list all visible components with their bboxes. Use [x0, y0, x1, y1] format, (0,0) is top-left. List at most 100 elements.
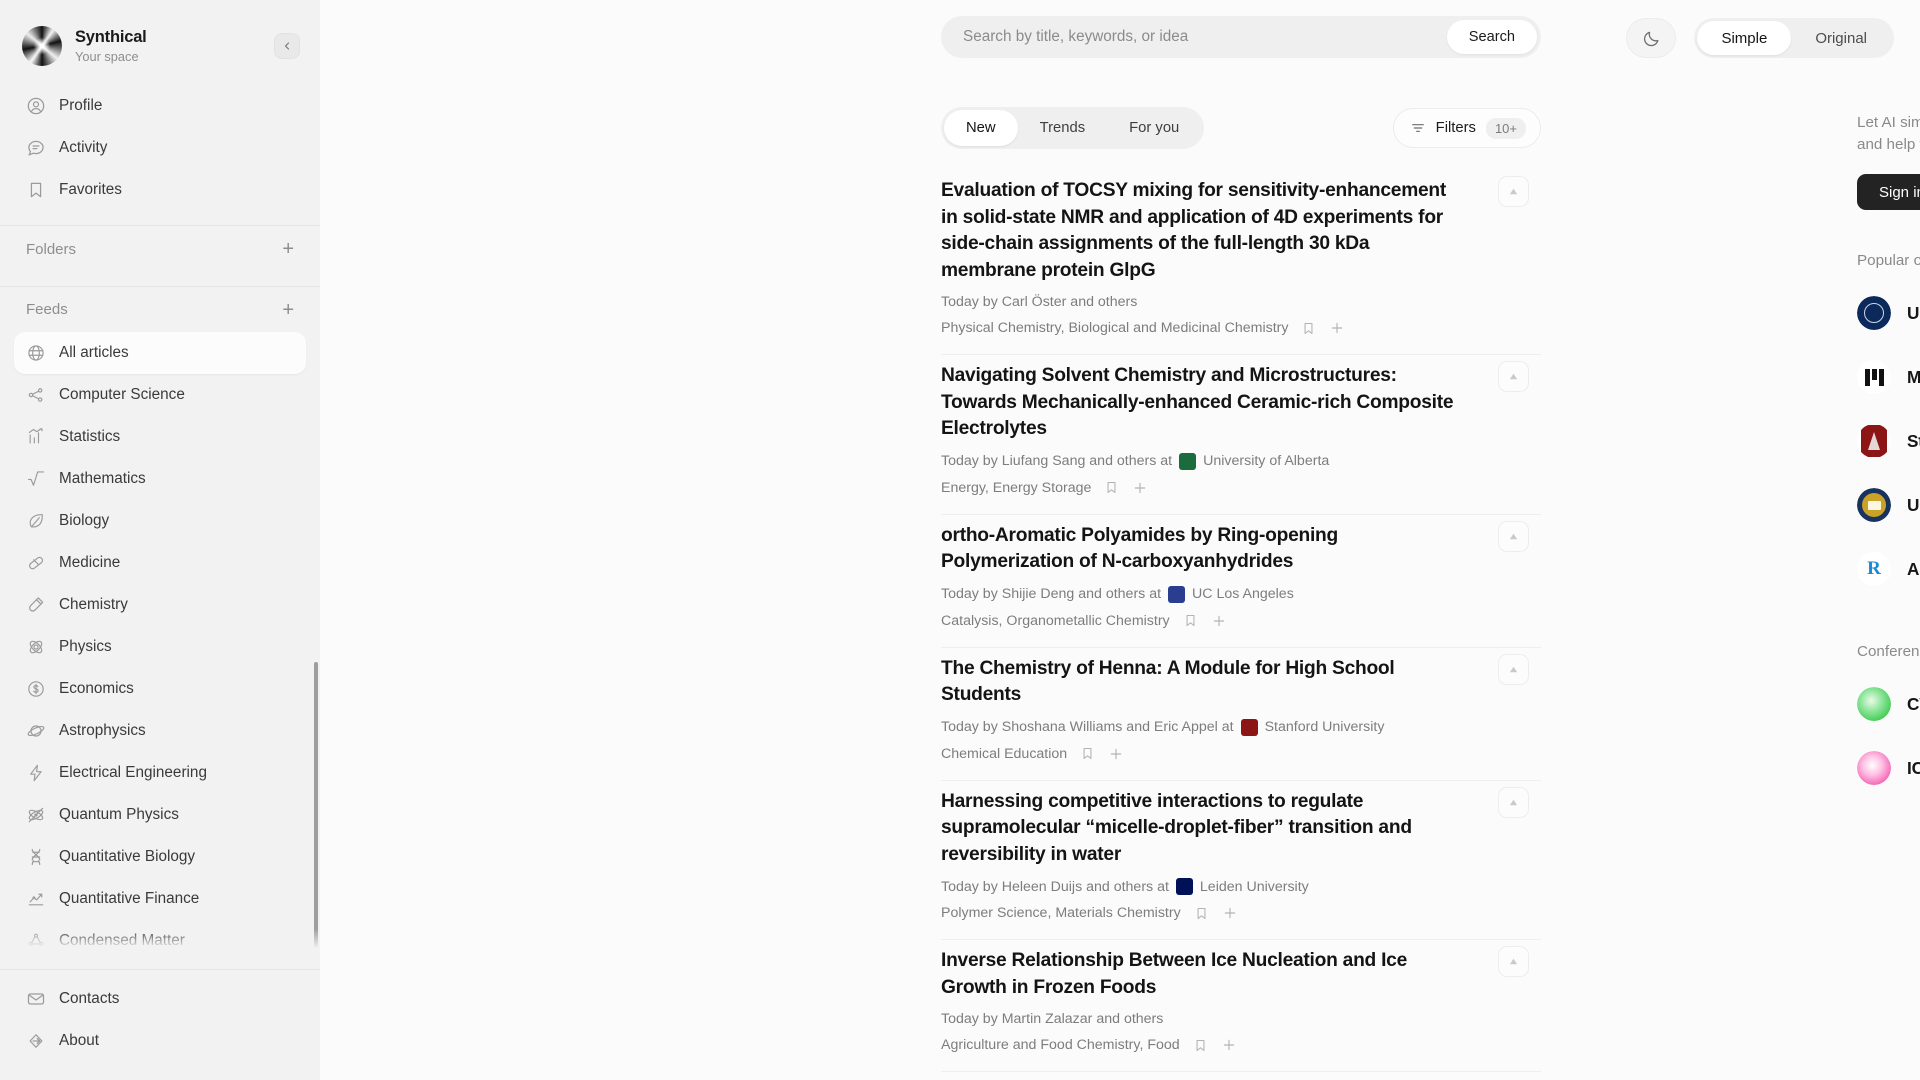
- sidebar-collapse-button[interactable]: [274, 32, 300, 59]
- article-item[interactable]: The Chemistry of Henna: A Module for Hig…: [941, 648, 1541, 781]
- article-title[interactable]: Harnessing competitive interactions to r…: [941, 789, 1466, 869]
- article-item[interactable]: Inverse Relationship Between Ice Nucleat…: [941, 940, 1541, 1072]
- article-upvote-button[interactable]: [1498, 176, 1529, 207]
- berkeley-seal-icon: [1857, 488, 1891, 523]
- sidebar-feed-electrical-engineering[interactable]: Electrical Engineering: [14, 752, 306, 794]
- article-upvote-button[interactable]: [1498, 786, 1529, 818]
- sidebar-item-favorites[interactable]: Favorites: [14, 169, 306, 211]
- search-bar[interactable]: Search: [941, 16, 1541, 58]
- planet-icon: [26, 721, 46, 741]
- view-mode-simple[interactable]: Simple: [1697, 21, 1792, 55]
- conferences-list: CVPR 2024 ICCV 2023: [1857, 672, 1920, 800]
- article-org[interactable]: Leiden University: [1175, 878, 1309, 895]
- organization-item[interactable]: University of Oxford: [1857, 281, 1920, 345]
- article-title[interactable]: Evaluation of TOCSY mixing for sensitivi…: [941, 178, 1466, 284]
- article-org[interactable]: University of Alberta: [1179, 452, 1329, 470]
- sidebar-item-contacts[interactable]: Contacts: [14, 978, 306, 1020]
- organization-item[interactable]: UC Berkeley: [1857, 473, 1920, 537]
- sidebar-feed-label: Physics: [59, 638, 112, 656]
- workspace-header[interactable]: Synthical Your space: [0, 0, 320, 71]
- article-title[interactable]: Navigating Solvent Chemistry and Microst…: [941, 363, 1466, 443]
- article-add-button[interactable]: [1329, 320, 1345, 336]
- article-add-button[interactable]: [1211, 613, 1227, 629]
- promo-text: Let AI simplify articles, clarify terms,…: [1857, 114, 1920, 154]
- organization-item[interactable]: R ASTRON: [1857, 537, 1920, 601]
- article-item[interactable]: Evaluation of TOCSY mixing for sensitivi…: [941, 170, 1541, 355]
- feeds-list[interactable]: All articles Computer Science Statistics Ma…: [0, 332, 320, 955]
- article-add-button[interactable]: [1221, 1037, 1237, 1053]
- sidebar-item-activity[interactable]: Activity: [14, 127, 306, 169]
- sidebar-item-profile[interactable]: Profile: [14, 85, 306, 127]
- article-upvote-button[interactable]: [1498, 520, 1529, 552]
- sidebar-item-about[interactable]: About: [14, 1020, 306, 1062]
- theme-toggle-button[interactable]: [1626, 18, 1677, 58]
- folders-section-label: Folders: [26, 240, 77, 258]
- sidebar-feed-condensed-matter[interactable]: Condensed Matter: [14, 920, 306, 955]
- filter-icon: [1411, 124, 1424, 132]
- article-title[interactable]: The Chemistry of Henna: A Module for Hig…: [941, 656, 1466, 709]
- sidebar-feed-mathematics[interactable]: Mathematics: [14, 458, 306, 500]
- article-item[interactable]: Navigating Solvent Chemistry and Microst…: [941, 355, 1541, 515]
- sidebar-feed-quantum-physics[interactable]: Quantum Physics: [14, 794, 306, 836]
- add-folder-button[interactable]: +: [282, 239, 294, 259]
- article-org[interactable]: UC Los Angeles: [1168, 585, 1294, 603]
- filters-count-badge: 10+: [1485, 117, 1526, 139]
- feed-tabs: New Trends For you: [941, 107, 1205, 149]
- article-add-button[interactable]: [1132, 480, 1148, 496]
- article-item[interactable]: Harnessing competitive interactions to r…: [941, 781, 1541, 940]
- sidebar-feed-label: Biology: [59, 512, 110, 530]
- article-tags: Chemical Education: [941, 745, 1068, 762]
- article-item[interactable]: ortho-Aromatic Polyamides by Ring-openin…: [941, 515, 1541, 648]
- workspace-subtitle: Your space: [75, 48, 139, 64]
- sidebar-feed-all-articles[interactable]: All articles: [14, 332, 306, 375]
- org-logo-icon: [1179, 452, 1197, 470]
- sidebar-feed-economics[interactable]: Economics: [14, 668, 306, 710]
- conference-item[interactable]: CVPR 2024: [1857, 672, 1920, 736]
- conference-item[interactable]: ICCV 2023: [1857, 736, 1920, 800]
- article-add-button[interactable]: [1108, 746, 1124, 762]
- organization-item[interactable]: MIT: [1857, 345, 1920, 409]
- article-bookmark-button[interactable]: [1104, 480, 1119, 495]
- moon-icon: [1643, 31, 1659, 46]
- article-upvote-button[interactable]: [1498, 653, 1529, 685]
- folders-section-header: Folders +: [0, 226, 320, 271]
- tab-for-you[interactable]: For you: [1107, 110, 1201, 146]
- article-title[interactable]: Inverse Relationship Between Ice Nucleat…: [941, 948, 1466, 1001]
- sidebar-feed-biology[interactable]: Biology: [14, 500, 306, 542]
- sidebar-feed-label: Statistics: [59, 428, 121, 446]
- organization-item[interactable]: Stanford University: [1857, 409, 1920, 473]
- view-mode-original[interactable]: Original: [1791, 21, 1891, 55]
- article-tags-row: Physical Chemistry, Biological and Medic…: [941, 320, 1541, 336]
- mit-bars-icon: [1857, 360, 1891, 395]
- article-bookmark-button[interactable]: [1183, 613, 1198, 628]
- sidebar-feed-statistics[interactable]: Statistics: [14, 416, 306, 458]
- article-title[interactable]: ortho-Aromatic Polyamides by Ring-openin…: [941, 523, 1466, 576]
- sidebar-feed-quantitative-finance[interactable]: Quantitative Finance: [14, 878, 306, 920]
- dollar-circle-icon: [26, 679, 46, 699]
- sidebar-scrollbar[interactable]: [314, 662, 318, 955]
- sidebar-feed-astrophysics[interactable]: Astrophysics: [14, 710, 306, 752]
- sidebar-feed-quantitative-biology[interactable]: Quantitative Biology: [14, 836, 306, 878]
- sidebar-feed-chemistry[interactable]: Chemistry: [14, 584, 306, 626]
- sidebar-feed-computer-science[interactable]: Computer Science: [14, 374, 306, 416]
- tab-new[interactable]: New: [944, 110, 1018, 146]
- tab-trends[interactable]: Trends: [1018, 110, 1108, 146]
- article-bookmark-button[interactable]: [1194, 906, 1209, 921]
- article-bookmark-button[interactable]: [1301, 321, 1316, 336]
- article-upvote-button[interactable]: [1498, 361, 1529, 392]
- search-input[interactable]: [963, 28, 1447, 46]
- article-tags: Energy, Energy Storage: [941, 479, 1092, 496]
- article-bookmark-button[interactable]: [1193, 1038, 1208, 1053]
- article-meta: Today by Carl Öster and others: [941, 294, 1541, 310]
- organizations-title: Popular organizations: [1857, 252, 1920, 270]
- article-add-button[interactable]: [1222, 905, 1238, 921]
- sidebar-feed-physics[interactable]: Physics: [14, 626, 306, 668]
- sign-in-button[interactable]: Sign in: [1857, 174, 1920, 211]
- sidebar-feed-medicine[interactable]: Medicine: [14, 542, 306, 584]
- filters-button[interactable]: Filters 10+: [1392, 108, 1541, 148]
- article-upvote-button[interactable]: [1498, 946, 1529, 977]
- article-bookmark-button[interactable]: [1080, 746, 1095, 761]
- article-org[interactable]: Stanford University: [1240, 718, 1384, 736]
- add-feed-button[interactable]: +: [282, 300, 294, 320]
- search-button[interactable]: Search: [1446, 20, 1537, 54]
